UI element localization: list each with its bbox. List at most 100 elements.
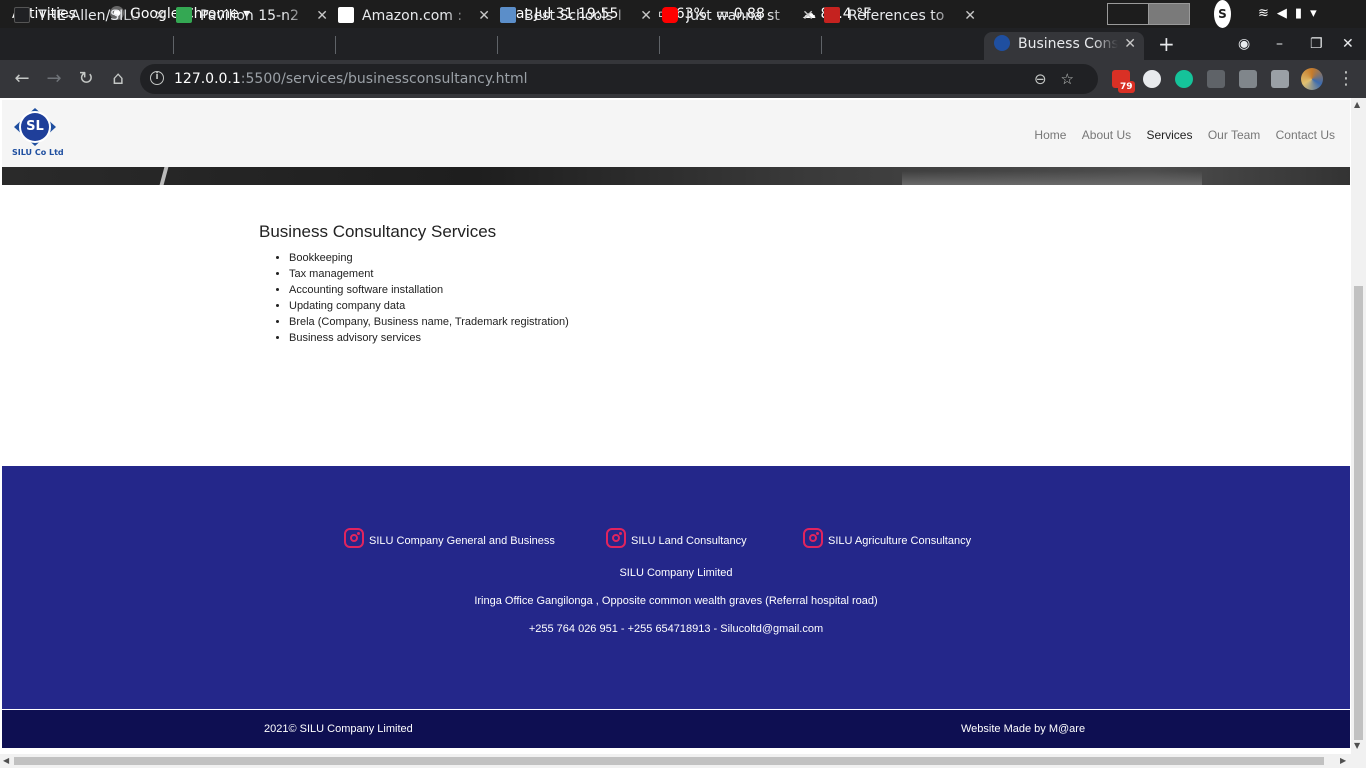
close-icon[interactable]: ✕: [640, 0, 652, 32]
close-icon[interactable]: ✕: [964, 0, 976, 32]
forward-icon[interactable]: →: [42, 60, 66, 98]
power-icon: ▮: [1294, 6, 1311, 21]
silu-logo-icon: [994, 35, 1010, 51]
tab-search-icon[interactable]: ◉: [1238, 28, 1250, 60]
list-item: Accounting software installation: [289, 282, 569, 298]
profile-avatar[interactable]: [1301, 68, 1323, 90]
scroll-up-icon[interactable]: ▲: [1354, 100, 1360, 109]
tab-1[interactable]: THE-Allen/SILU ✕: [14, 0, 174, 32]
skype-tray-icon[interactable]: S: [1214, 0, 1231, 28]
list-item: Business advisory services: [289, 330, 569, 346]
url-path: :5500/services/businessconsultancy.html: [240, 71, 528, 87]
tab-5[interactable]: Just wanna st ✕: [662, 0, 822, 32]
zoom-icon[interactable]: ⊖: [1034, 70, 1061, 88]
site-footer: SILU Company General and Business SILU L…: [2, 466, 1350, 709]
address-bar[interactable]: i 127.0.0.1:5500/services/businessconsul…: [140, 64, 1098, 94]
list-item: Tax management: [289, 266, 569, 282]
url-text[interactable]: 127.0.0.1:5500/services/businessconsulta…: [174, 64, 528, 94]
logo-caption: SILU Co Ltd: [12, 148, 64, 157]
list-item: Bookkeeping: [289, 250, 569, 266]
grammarly-icon[interactable]: [1175, 70, 1193, 88]
home-icon[interactable]: ⌂: [106, 60, 130, 98]
system-tray[interactable]: ≋◀▮▾: [1258, 0, 1325, 28]
tab-2[interactable]: Pavilion 15-n2 ✕: [176, 0, 336, 32]
volume-icon: ◀: [1276, 6, 1295, 21]
instagram-icon: [803, 528, 823, 548]
services-section: Business Consultancy Services Bookkeepin…: [259, 222, 569, 346]
social-link-agriculture-consultancy[interactable]: SILU Agriculture Consultancy: [803, 528, 971, 548]
close-icon[interactable]: ✕: [478, 0, 490, 32]
tab-7-active[interactable]: Business Cons ✕: [984, 32, 1144, 60]
hero-highlight: [159, 167, 169, 185]
page-title: Business Consultancy Services: [259, 222, 497, 241]
minimize-icon[interactable]: –: [1276, 28, 1283, 60]
tab-separator: [335, 36, 336, 54]
bookmark-star-icon[interactable]: ☆: [1061, 70, 1088, 88]
copyright-text: 2021© SILU Company Limited: [264, 723, 413, 735]
close-icon[interactable]: ✕: [316, 0, 328, 32]
tab-separator: [497, 36, 498, 54]
credit-text: Website Made by M@are: [961, 723, 1086, 735]
scroll-down-icon[interactable]: ▼: [1354, 741, 1360, 750]
puzzle-extensions-icon[interactable]: [1271, 70, 1289, 88]
scroll-left-icon[interactable]: ◀: [3, 756, 9, 765]
amazon-icon: [338, 7, 354, 23]
footer-contact: +255 764 026 951 - +255 654718913 - Silu…: [528, 623, 824, 635]
site-logo[interactable]: SL SILU Co Ltd: [12, 106, 64, 158]
nav-home[interactable]: Home: [1034, 128, 1066, 142]
tab-6[interactable]: References to ✕: [824, 0, 984, 32]
url-host: 127.0.0.1: [174, 71, 241, 87]
tab-title: Business Cons: [1018, 36, 1118, 52]
gmail-unread-badge: 79: [1118, 81, 1135, 93]
social-link-land-consultancy[interactable]: SILU Land Consultancy: [606, 528, 747, 548]
github-icon: [14, 7, 30, 23]
tab-3[interactable]: Amazon.com : ✕: [338, 0, 498, 32]
list-item: Updating company data: [289, 298, 569, 314]
scrollbar-thumb[interactable]: [14, 757, 1324, 765]
window-controls: ◉ – ❐ ✕: [1236, 28, 1366, 60]
instagram-icon: [606, 528, 626, 548]
site-info-icon[interactable]: i: [150, 71, 164, 85]
hero-keyboard-shade: [902, 171, 1202, 185]
tab-title: References to: [848, 8, 945, 24]
tab-title: Just wanna st: [686, 8, 780, 24]
copyright-bar: 2021© SILU Company Limited Website Made …: [2, 710, 1350, 748]
back-icon[interactable]: ←: [10, 60, 34, 98]
nav-services[interactable]: Services: [1146, 128, 1192, 142]
workspace-indicator-1[interactable]: [1107, 3, 1149, 25]
reader-extension-icon[interactable]: [1239, 70, 1257, 88]
close-icon[interactable]: ✕: [802, 0, 814, 32]
horizontal-scrollbar[interactable]: ◀ ▶: [0, 754, 1366, 768]
scroll-right-icon[interactable]: ▶: [1340, 756, 1346, 765]
tab-4[interactable]: Best Schools I ✕: [500, 0, 660, 32]
site-header: SL SILU Co Ltd Home About Us Services Ou…: [2, 100, 1350, 167]
reload-icon[interactable]: ↻: [74, 60, 98, 98]
bookmark-icon: [824, 7, 840, 23]
social-link-general-business[interactable]: SILU Company General and Business: [344, 528, 555, 548]
close-icon[interactable]: ✕: [154, 0, 166, 32]
tab-title: Amazon.com :: [362, 8, 463, 24]
nav-our-team[interactable]: Our Team: [1208, 128, 1260, 142]
services-list: Bookkeeping Tax management Accounting so…: [289, 250, 569, 346]
chrome-menu-icon[interactable]: ⋮: [1334, 60, 1358, 98]
extension-icon[interactable]: [1207, 70, 1225, 88]
new-tab-button[interactable]: +: [1158, 28, 1175, 60]
nav-contact-us[interactable]: Contact Us: [1276, 128, 1335, 142]
close-icon[interactable]: ✕: [1124, 32, 1136, 56]
tab-separator: [821, 36, 822, 54]
footer-address: Iringa Office Gangilonga , Opposite comm…: [474, 595, 878, 607]
tab-title: THE-Allen/SILU: [38, 8, 141, 24]
vertical-scrollbar[interactable]: ▲ ▼: [1351, 98, 1366, 754]
tab-separator: [173, 36, 174, 54]
window-close-icon[interactable]: ✕: [1342, 28, 1354, 60]
workspace-indicator-2[interactable]: [1148, 3, 1190, 25]
omnibox-actions: ⊖☆: [1034, 64, 1088, 94]
maximize-icon[interactable]: ❐: [1310, 28, 1323, 60]
main-nav: Home About Us Services Our Team Contact …: [1022, 100, 1335, 167]
instagram-icon: [344, 528, 364, 548]
tab-title: Best Schools I: [524, 8, 622, 24]
s-extension-icon[interactable]: [1143, 70, 1161, 88]
footer-company-name: SILU Company Limited: [619, 567, 733, 579]
nav-about-us[interactable]: About Us: [1082, 128, 1131, 142]
scrollbar-thumb[interactable]: [1354, 286, 1363, 740]
